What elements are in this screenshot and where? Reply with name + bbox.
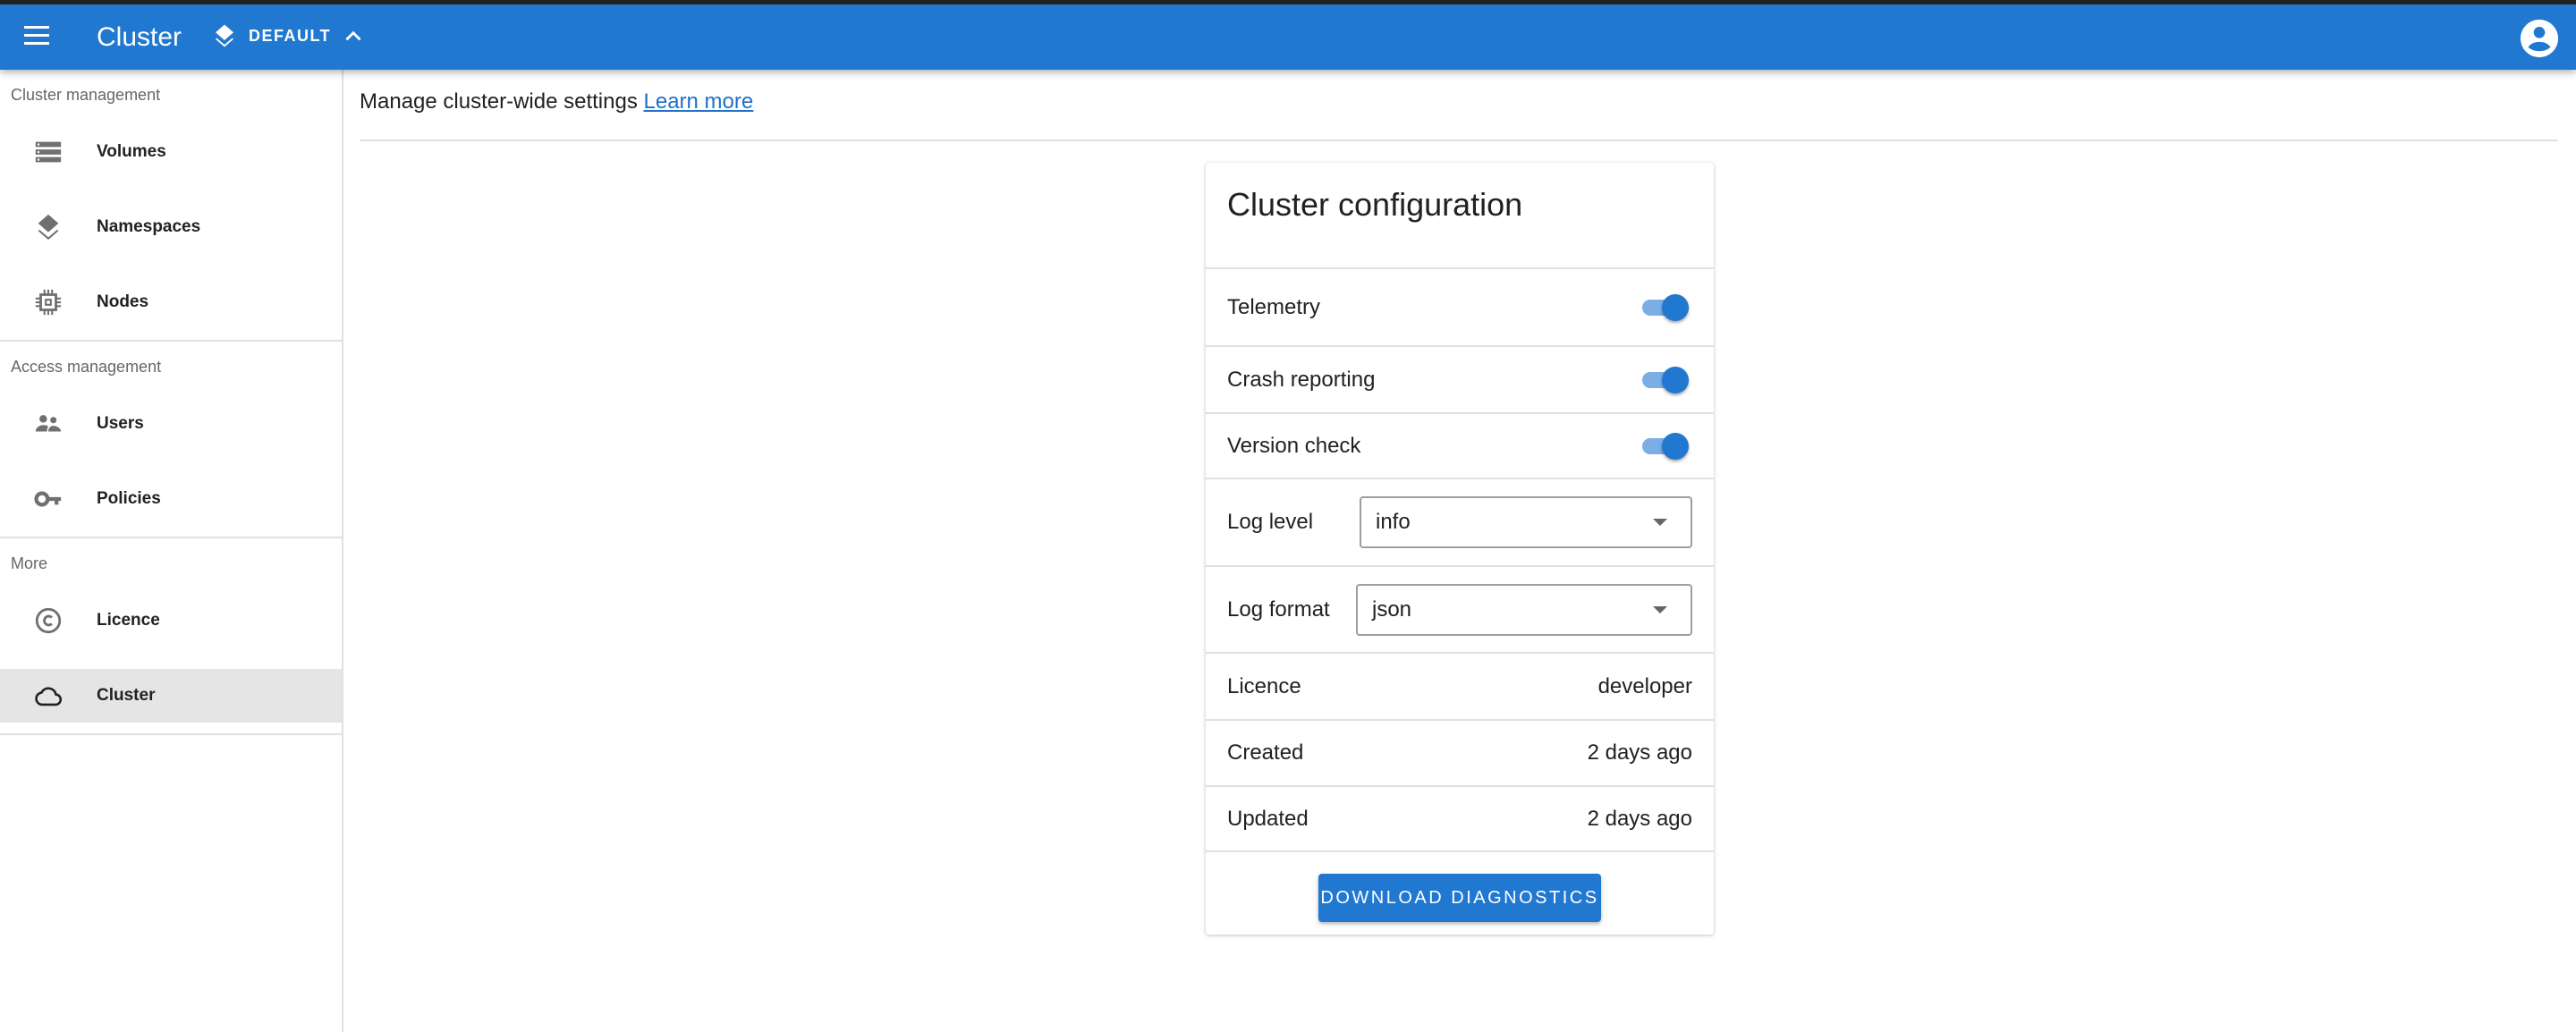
sidebar-item-policies[interactable]: Policies <box>0 461 342 537</box>
namespace-label: DEFAULT <box>249 26 332 45</box>
row-value: developer <box>1597 673 1692 698</box>
description-text: Manage cluster-wide settings <box>360 89 638 114</box>
updated-row: Updated 2 days ago <box>1206 787 1714 852</box>
section-label: Access management <box>11 358 162 376</box>
sidebar-item-label: Policies <box>97 489 161 508</box>
dropdown-arrow-icon <box>1653 605 1667 613</box>
menu-icon[interactable] <box>24 26 49 47</box>
sidebar-item-cluster[interactable]: Cluster <box>0 669 342 723</box>
layers-icon <box>38 214 59 241</box>
storage-icon <box>35 141 62 163</box>
select-value: info <box>1376 510 1411 534</box>
divider <box>0 733 342 735</box>
telemetry-row: Telemetry <box>1206 269 1714 347</box>
sidebar-item-licence[interactable]: Licence <box>0 583 342 658</box>
licence-row: Licence developer <box>1206 654 1714 721</box>
cluster-config-card: Cluster configuration Telemetry Crash re… <box>1206 163 1714 935</box>
chevron-up-icon <box>345 30 361 41</box>
main-content: Manage cluster-wide settings Learn more <box>360 70 2558 141</box>
learn-more-link[interactable]: Learn more <box>644 89 754 114</box>
sidebar-item-label: Cluster <box>97 686 156 705</box>
select-value: json <box>1372 596 1412 622</box>
chip-icon <box>35 289 62 316</box>
sidebar-item-label: Volumes <box>97 142 166 161</box>
row-label: Created <box>1227 740 1304 765</box>
dropdown-arrow-icon <box>1653 519 1667 526</box>
sidebar-item-namespaces[interactable]: Namespaces <box>0 190 342 265</box>
crash-reporting-toggle[interactable] <box>1640 365 1692 395</box>
cloud-icon <box>35 687 63 706</box>
telemetry-toggle[interactable] <box>1640 292 1692 323</box>
row-label: Licence <box>1227 673 1301 698</box>
page-description: Manage cluster-wide settings Learn more <box>360 89 2558 122</box>
section-label: Cluster management <box>11 86 161 104</box>
row-label: Crash reporting <box>1227 367 1376 392</box>
sidebar-item-users[interactable]: Users <box>0 386 342 461</box>
version-check-row: Version check <box>1206 414 1714 479</box>
log-format-row: Log format json <box>1206 567 1714 654</box>
sidebar: Cluster management Volumes Namespaces No… <box>0 70 343 1032</box>
version-check-toggle[interactable] <box>1640 431 1692 461</box>
sidebar-item-volumes[interactable]: Volumes <box>0 114 342 190</box>
section-label: More <box>11 554 48 572</box>
card-title: Cluster configuration <box>1206 163 1714 269</box>
row-label: Log level <box>1227 510 1314 534</box>
app-title: Cluster <box>97 22 182 52</box>
sidebar-item-label: Nodes <box>97 292 149 311</box>
row-label: Telemetry <box>1227 294 1321 319</box>
key-icon <box>34 491 62 507</box>
namespace-selector[interactable]: DEFAULT <box>211 21 365 51</box>
sidebar-item-label: Namespaces <box>97 217 201 236</box>
crash-reporting-row: Crash reporting <box>1206 347 1714 414</box>
log-level-row: Log level info <box>1206 479 1714 567</box>
row-value: 2 days ago <box>1587 740 1692 765</box>
created-row: Created 2 days ago <box>1206 721 1714 787</box>
sidebar-item-label: Licence <box>97 611 160 630</box>
row-label: Log format <box>1227 596 1330 622</box>
log-level-select[interactable]: info <box>1360 496 1692 548</box>
account-icon[interactable] <box>2519 18 2560 59</box>
people-icon <box>35 415 62 432</box>
divider <box>360 140 2558 141</box>
log-format-select[interactable]: json <box>1356 583 1692 636</box>
row-label: Version check <box>1227 433 1361 458</box>
layers-icon <box>216 24 233 47</box>
sidebar-item-label: Users <box>97 414 144 433</box>
copyright-icon <box>35 607 62 634</box>
row-value: 2 days ago <box>1587 806 1692 831</box>
row-label: Updated <box>1227 806 1309 831</box>
sidebar-item-nodes[interactable]: Nodes <box>0 265 342 340</box>
download-diagnostics-button[interactable]: DOWNLOAD DIAGNOSTICS <box>1318 874 1601 922</box>
app-header: Cluster DEFAULT <box>0 4 2576 70</box>
